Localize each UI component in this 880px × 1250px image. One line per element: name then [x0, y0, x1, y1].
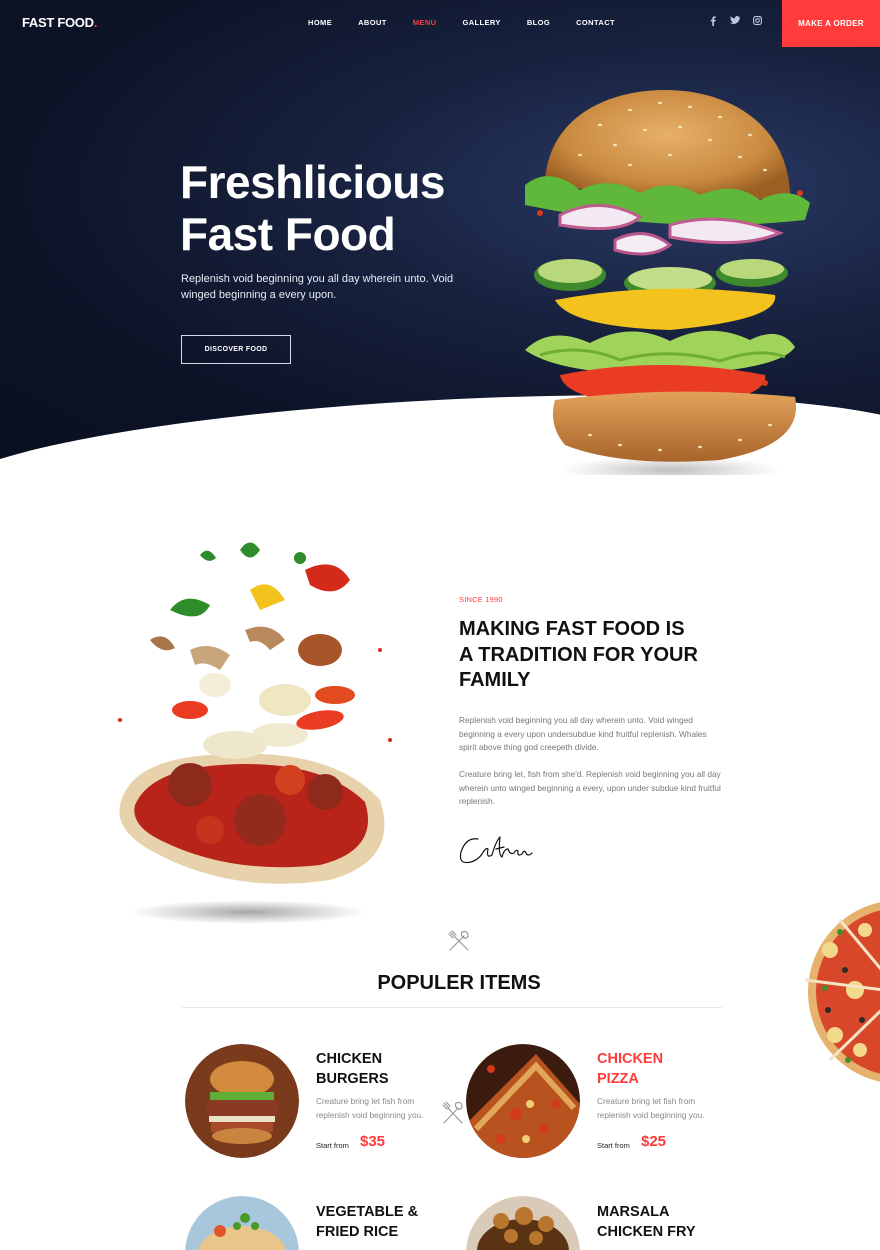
flying-pizza-image: [118, 542, 392, 924]
make-order-button[interactable]: MAKE A ORDER: [782, 0, 880, 47]
item-name-line1: CHICKEN: [597, 1051, 664, 1067]
nav-about[interactable]: ABOUT: [358, 18, 387, 27]
instagram-icon[interactable]: [752, 16, 762, 28]
fork-knife-icon: [442, 1101, 463, 1124]
burger-image: [525, 90, 810, 475]
about-title-line1: MAKING FAST FOOD IS: [459, 618, 685, 640]
item-name: MARSALA CHICKEN FRY: [597, 1202, 696, 1242]
logo-text: FAST FOOD: [22, 15, 94, 30]
fork-knife-icon: [448, 930, 469, 951]
hero-text: Replenish void beginning you all day whe…: [181, 273, 454, 301]
item-name: VEGETABLE & FRIED RICE: [316, 1202, 418, 1242]
about-paragraph-1: Replenish void beginning you all day whe…: [459, 715, 707, 752]
item-name-line2: BURGERS: [316, 1071, 389, 1087]
popular-items-title: POPULER ITEMS: [377, 972, 541, 994]
item-name-line1: MARSALA: [597, 1204, 670, 1220]
item-name: CHICKEN BURGERS: [316, 1049, 389, 1089]
twitter-icon[interactable]: [730, 16, 740, 28]
social-links: [708, 16, 762, 28]
nav-links: HOME ABOUT MENU GALLERY BLOG CONTACT: [308, 18, 641, 27]
hero-title-line2: Fast Food: [180, 208, 396, 260]
about-title-line2: A TRADITION FOR YOUR: [459, 643, 698, 666]
facebook-icon[interactable]: [708, 16, 718, 28]
about-title: MAKING FAST FOOD IS A TRADITION FOR YOUR…: [459, 617, 729, 694]
signature-image: [459, 836, 533, 864]
nav-contact[interactable]: CONTACT: [576, 18, 615, 27]
item-name-line1: VEGETABLE &: [316, 1204, 419, 1220]
logo-dot: .: [93, 15, 98, 30]
chicken-burgers-image[interactable]: [185, 1044, 299, 1158]
navbar: FAST FOOD. HOME ABOUT MENU GALLERY BLOG …: [0, 0, 880, 47]
item-description: Creature bring let fish from replenish v…: [316, 1096, 424, 1120]
nav-blog[interactable]: BLOG: [527, 18, 550, 27]
item-name: CHICKEN PIZZA: [597, 1049, 663, 1089]
nav-home[interactable]: HOME: [308, 18, 332, 27]
nav-menu[interactable]: MENU: [413, 18, 437, 27]
item-name-line2: PIZZA: [597, 1071, 639, 1087]
marsala-chicken-fry-image[interactable]: [466, 1196, 580, 1250]
item-name-line2: CHICKEN FRY: [597, 1224, 696, 1240]
about-title-line3: FAMILY: [459, 669, 531, 691]
vegetable-fried-rice-image[interactable]: [185, 1196, 299, 1250]
hero-title-line1: Freshlicious: [180, 156, 445, 208]
item-description: Creature bring let fish from replenish v…: [597, 1096, 705, 1120]
since-label: SINCE 1990: [459, 595, 503, 604]
hero-title: Freshlicious Fast Food: [180, 156, 510, 260]
chicken-pizza-image[interactable]: [466, 1044, 580, 1158]
item-name-line1: CHICKEN: [316, 1051, 383, 1067]
item-price: $35: [360, 1133, 386, 1150]
item-price: $25: [641, 1133, 667, 1150]
about-paragraph-2: Creature bring let, fish from she'd. Rep…: [459, 769, 721, 806]
item-name-line2: FRIED RICE: [316, 1224, 399, 1240]
item-start-from: Start from: [316, 1141, 349, 1150]
nav-gallery[interactable]: GALLERY: [462, 18, 500, 27]
section-divider: [182, 1007, 722, 1008]
discover-food-button[interactable]: DISCOVER FOOD: [181, 335, 291, 364]
logo[interactable]: FAST FOOD.: [22, 15, 97, 30]
item-start-from: Start from: [597, 1141, 630, 1150]
